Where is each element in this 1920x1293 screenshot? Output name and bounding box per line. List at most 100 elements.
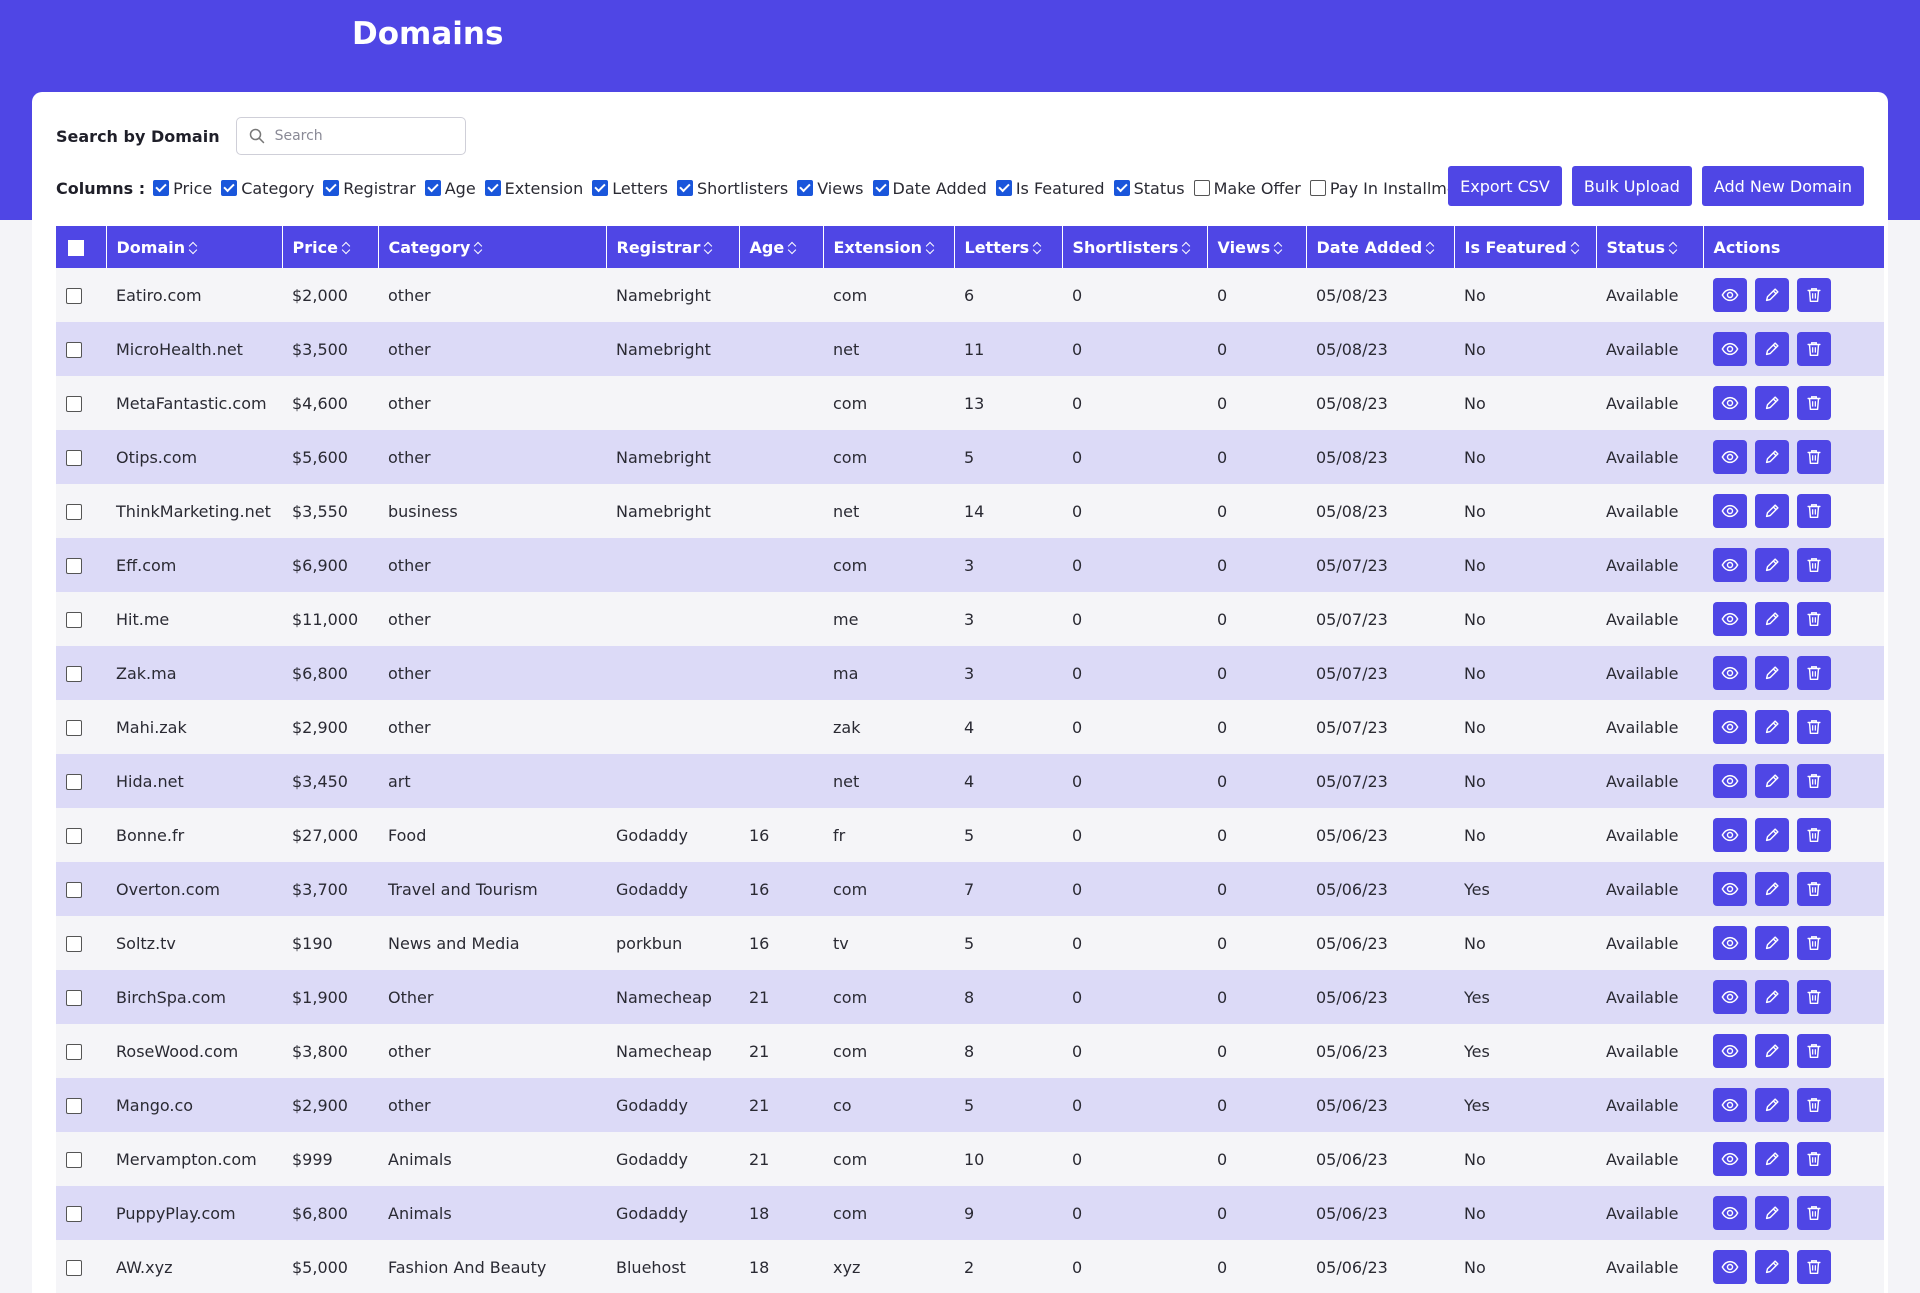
row-checkbox[interactable]	[66, 882, 82, 898]
delete-button[interactable]	[1797, 764, 1831, 798]
column-toggle-checkbox[interactable]	[1113, 180, 1130, 196]
sort-icon[interactable]	[188, 242, 198, 254]
row-checkbox[interactable]	[66, 828, 82, 844]
column-header-is-featured[interactable]: Is Featured	[1454, 226, 1597, 268]
view-button[interactable]	[1713, 440, 1747, 474]
row-checkbox[interactable]	[66, 1260, 82, 1276]
delete-button[interactable]	[1797, 278, 1831, 312]
column-header-extension[interactable]: Extension	[823, 226, 955, 268]
row-checkbox[interactable]	[66, 612, 82, 628]
column-toggle-checkbox[interactable]	[797, 180, 814, 196]
delete-button[interactable]	[1797, 332, 1831, 366]
delete-button[interactable]	[1797, 548, 1831, 582]
column-toggle-is-featured[interactable]: Is Featured	[995, 179, 1105, 198]
column-toggle-checkbox[interactable]	[221, 180, 238, 196]
row-checkbox[interactable]	[66, 720, 82, 736]
column-toggle-checkbox[interactable]	[872, 180, 889, 196]
row-checkbox[interactable]	[66, 450, 82, 466]
column-toggle-shortlisters[interactable]: Shortlisters	[677, 179, 788, 198]
column-toggle-price[interactable]: Price	[153, 179, 212, 198]
row-checkbox[interactable]	[66, 342, 82, 358]
view-button[interactable]	[1713, 926, 1747, 960]
column-toggle-checkbox[interactable]	[592, 180, 609, 196]
sort-icon[interactable]	[1181, 242, 1191, 254]
view-button[interactable]	[1713, 1142, 1747, 1176]
column-toggle-checkbox[interactable]	[1193, 180, 1210, 196]
delete-button[interactable]	[1797, 656, 1831, 690]
edit-button[interactable]	[1755, 1250, 1789, 1284]
delete-button[interactable]	[1797, 440, 1831, 474]
delete-button[interactable]	[1797, 602, 1831, 636]
delete-button[interactable]	[1797, 1034, 1831, 1068]
edit-button[interactable]	[1755, 1196, 1789, 1230]
edit-button[interactable]	[1755, 494, 1789, 528]
delete-button[interactable]	[1797, 1088, 1831, 1122]
edit-button[interactable]	[1755, 710, 1789, 744]
edit-button[interactable]	[1755, 764, 1789, 798]
column-header-age[interactable]: Age	[739, 226, 824, 268]
bulk-upload-button[interactable]: Bulk Upload	[1571, 166, 1692, 206]
search-input[interactable]	[274, 128, 455, 144]
view-button[interactable]	[1713, 494, 1747, 528]
edit-button[interactable]	[1755, 980, 1789, 1014]
row-checkbox[interactable]	[66, 1152, 82, 1168]
delete-button[interactable]	[1797, 1196, 1831, 1230]
column-toggle-status[interactable]: Status	[1113, 179, 1185, 198]
search-box[interactable]	[235, 117, 466, 155]
sort-icon[interactable]	[1273, 242, 1283, 254]
column-header-price[interactable]: Price	[282, 226, 379, 268]
sort-icon[interactable]	[473, 242, 483, 254]
column-header-status[interactable]: Status	[1596, 226, 1704, 268]
delete-button[interactable]	[1797, 386, 1831, 420]
sort-icon[interactable]	[1668, 242, 1678, 254]
row-checkbox[interactable]	[66, 558, 82, 574]
view-button[interactable]	[1713, 656, 1747, 690]
column-header-domain[interactable]: Domain	[106, 226, 283, 268]
delete-button[interactable]	[1797, 980, 1831, 1014]
row-checkbox[interactable]	[66, 936, 82, 952]
column-toggle-checkbox[interactable]	[1309, 180, 1326, 196]
column-toggle-date-added[interactable]: Date Added	[872, 179, 987, 198]
select-all-checkbox[interactable]	[68, 240, 84, 256]
view-button[interactable]	[1713, 332, 1747, 366]
row-checkbox[interactable]	[66, 1044, 82, 1060]
column-header-views[interactable]: Views	[1207, 226, 1307, 268]
column-toggle-age[interactable]: Age	[424, 179, 476, 198]
sort-icon[interactable]	[925, 242, 935, 254]
delete-button[interactable]	[1797, 872, 1831, 906]
sort-icon[interactable]	[1425, 242, 1435, 254]
edit-button[interactable]	[1755, 332, 1789, 366]
view-button[interactable]	[1713, 278, 1747, 312]
sort-icon[interactable]	[1570, 242, 1580, 254]
sort-icon[interactable]	[703, 242, 713, 254]
view-button[interactable]	[1713, 386, 1747, 420]
edit-button[interactable]	[1755, 602, 1789, 636]
column-toggle-checkbox[interactable]	[677, 180, 693, 196]
row-checkbox[interactable]	[66, 1206, 82, 1222]
row-checkbox[interactable]	[66, 396, 82, 412]
column-header-date-added[interactable]: Date Added	[1306, 226, 1455, 268]
edit-button[interactable]	[1755, 1142, 1789, 1176]
column-toggle-checkbox[interactable]	[995, 180, 1012, 196]
column-header-category[interactable]: Category	[378, 226, 607, 268]
column-toggle-checkbox[interactable]	[153, 180, 170, 196]
view-button[interactable]	[1713, 818, 1747, 852]
edit-button[interactable]	[1755, 548, 1789, 582]
sort-icon[interactable]	[787, 242, 797, 254]
column-toggle-letters[interactable]: Letters	[592, 179, 668, 198]
column-toggle-checkbox[interactable]	[484, 180, 501, 196]
column-toggle-checkbox[interactable]	[323, 180, 340, 196]
delete-button[interactable]	[1797, 494, 1831, 528]
row-checkbox[interactable]	[66, 666, 82, 682]
row-checkbox[interactable]	[66, 504, 82, 520]
delete-button[interactable]	[1797, 818, 1831, 852]
edit-button[interactable]	[1755, 872, 1789, 906]
delete-button[interactable]	[1797, 926, 1831, 960]
column-header-registrar[interactable]: Registrar	[606, 226, 740, 268]
row-checkbox[interactable]	[66, 1098, 82, 1114]
column-header-shortlisters[interactable]: Shortlisters	[1062, 226, 1208, 268]
sort-icon[interactable]	[341, 242, 351, 254]
column-toggle-checkbox[interactable]	[424, 180, 441, 196]
export-csv-button[interactable]: Export CSV	[1448, 166, 1562, 206]
column-toggle-extension[interactable]: Extension	[484, 179, 583, 198]
